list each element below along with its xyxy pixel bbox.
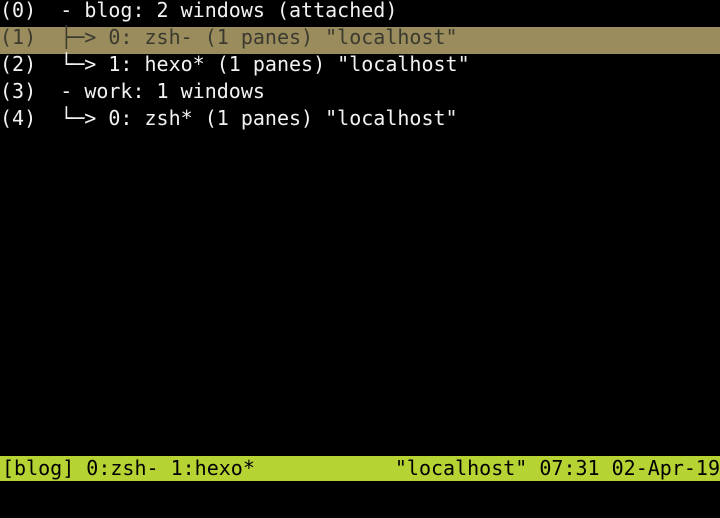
tree-branch: - — [60, 79, 85, 103]
session-tree: (0) - blog: 2 windows (attached) (1) ├─>… — [0, 0, 720, 135]
tree-row-window-work-0[interactable]: (4) └─> 0: zsh* (1 panes) "localhost" — [0, 108, 720, 135]
row-index: (4) — [0, 106, 37, 130]
tree-branch: ├─> — [60, 25, 109, 49]
status-window-list: [blog] 0:zsh- 1:hexo* — [2, 456, 255, 480]
tree-row-window-blog-1[interactable]: (2) └─> 1: hexo* (1 panes) "localhost" — [0, 54, 720, 81]
session-label: work: 1 windows — [84, 79, 265, 103]
window-label: 0: zsh* (1 panes) "localhost" — [108, 106, 458, 130]
tree-row-session-work[interactable]: (3) - work: 1 windows — [0, 81, 720, 108]
row-index: (3) — [0, 79, 37, 103]
status-host-clock: "localhost" 07:31 02-Apr-19 — [394, 456, 720, 480]
tree-branch: └─> — [60, 106, 109, 130]
session-label: blog: 2 windows (attached) — [84, 0, 398, 22]
row-index: (0) — [0, 0, 37, 22]
tree-row-window-blog-0[interactable]: (1) ├─> 0: zsh- (1 panes) "localhost" — [0, 27, 720, 54]
window-label: 1: hexo* (1 panes) "localhost" — [108, 52, 470, 76]
tmux-status-bar: [blog] 0:zsh- 1:hexo* "localhost" 07:31 … — [0, 456, 720, 481]
tree-branch: └─> — [60, 52, 109, 76]
tree-row-session-blog[interactable]: (0) - blog: 2 windows (attached) — [0, 0, 720, 27]
row-index: (2) — [0, 52, 37, 76]
row-index: (1) — [0, 25, 37, 49]
window-label: 0: zsh- (1 panes) "localhost" — [108, 25, 458, 49]
tree-branch: - — [60, 0, 85, 22]
